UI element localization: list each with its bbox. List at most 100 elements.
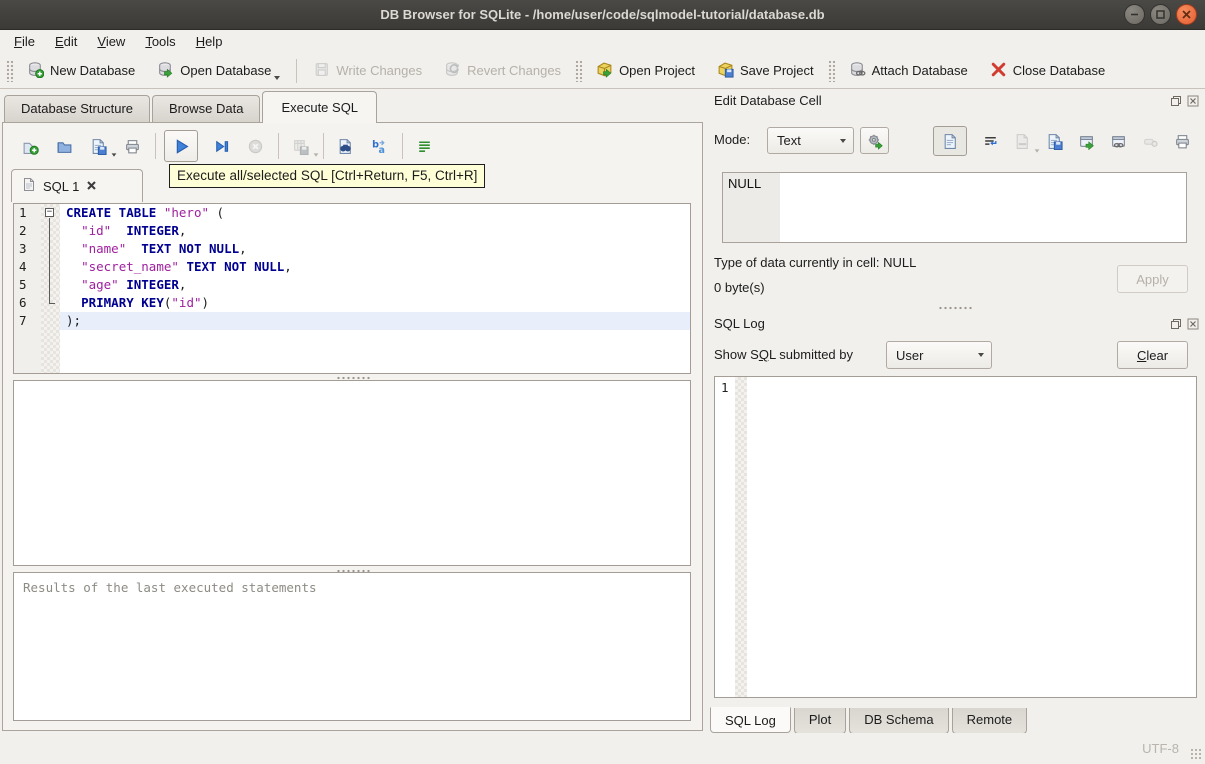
dropdown-caret-icon bbox=[111, 153, 117, 157]
code-line-5: "age" INTEGER, bbox=[81, 277, 187, 292]
wrap-lines-button[interactable] bbox=[977, 128, 1003, 154]
print-cell-button[interactable] bbox=[1169, 128, 1195, 154]
format-sql-button[interactable]: ba bbox=[366, 133, 392, 159]
sql-editor[interactable]: 1 2 3 4 5 6 7 − CREATE TABLE "hero" ( "id" INT… bbox=[13, 203, 691, 374]
gear-arrow-icon bbox=[868, 134, 883, 150]
clear-log-button[interactable]: Clear bbox=[1117, 341, 1188, 369]
code-line-4: "secret_name" TEXT NOT NULL, bbox=[81, 259, 292, 274]
line-number: 4 bbox=[19, 259, 27, 274]
execute-line-button[interactable] bbox=[208, 133, 234, 159]
revert-changes-label: Revert Changes bbox=[467, 63, 562, 78]
menu-help[interactable]: Help bbox=[186, 32, 233, 51]
line-number: 3 bbox=[19, 241, 27, 256]
execute-line-icon bbox=[215, 140, 228, 152]
results-message-panel: Results of the last executed statements bbox=[13, 572, 691, 721]
menu-view[interactable]: View bbox=[87, 32, 135, 51]
open-project-icon bbox=[597, 62, 612, 78]
toolbar-handle bbox=[575, 59, 583, 82]
resize-grip[interactable] bbox=[1190, 748, 1202, 760]
text-mode-button[interactable] bbox=[933, 126, 967, 156]
line-number-gutter: 1 2 3 4 5 6 7 bbox=[14, 204, 41, 373]
open-tab-button[interactable] bbox=[17, 133, 43, 159]
open-database-label: Open Database bbox=[180, 63, 272, 78]
menu-edit[interactable]: Edit bbox=[45, 32, 87, 51]
mode-combobox[interactable]: Text bbox=[767, 127, 854, 154]
code-line-3: "name" TEXT NOT NULL, bbox=[81, 241, 247, 256]
open-sql-file-button[interactable] bbox=[51, 133, 77, 159]
close-tab-icon[interactable] bbox=[86, 179, 97, 194]
statusbar: UTF-8 bbox=[0, 733, 1205, 764]
attach-database-button[interactable]: Attach Database bbox=[838, 57, 979, 85]
save-results-icon bbox=[293, 139, 309, 155]
apply-mode-button[interactable] bbox=[860, 127, 889, 154]
fold-collapse-icon[interactable]: − bbox=[45, 208, 54, 217]
close-database-button[interactable]: Close Database bbox=[979, 57, 1117, 85]
export-data-icon bbox=[1079, 135, 1094, 150]
results-placeholder: Results of the last executed statements bbox=[23, 580, 317, 595]
code-line-7: ); bbox=[60, 312, 690, 330]
dock-tab-plot[interactable]: Plot bbox=[793, 708, 847, 734]
dock-tab-sql-log[interactable]: SQL Log bbox=[710, 707, 791, 733]
dropdown-caret-icon bbox=[1034, 149, 1040, 153]
open-project-button[interactable]: Open Project bbox=[585, 57, 706, 85]
maximize-button[interactable] bbox=[1150, 4, 1171, 25]
toolbar-separator bbox=[296, 58, 298, 83]
tab-browse-data[interactable]: Browse Data bbox=[152, 95, 261, 122]
cell-type-info: Type of data currently in cell: NULL bbox=[714, 255, 917, 270]
code-area[interactable]: CREATE TABLE "hero" ( "id" INTEGER, "nam… bbox=[60, 204, 690, 373]
new-database-label: New Database bbox=[50, 63, 136, 78]
menu-file[interactable]: File bbox=[4, 32, 45, 51]
revert-changes-icon bbox=[446, 61, 459, 76]
new-database-button[interactable]: New Database bbox=[16, 57, 146, 85]
find-replace-button[interactable] bbox=[332, 133, 358, 159]
save-project-button[interactable]: Save Project bbox=[706, 57, 825, 85]
print-button[interactable] bbox=[119, 133, 145, 159]
set-null-button bbox=[1137, 128, 1163, 154]
attach-database-label: Attach Database bbox=[871, 63, 968, 78]
sql-document-tab[interactable]: SQL 1 bbox=[11, 169, 143, 202]
close-button[interactable] bbox=[1176, 4, 1197, 25]
revert-changes-button: Revert Changes bbox=[433, 57, 572, 85]
sql-log-view[interactable]: 1 bbox=[714, 376, 1197, 698]
float-panel-icon[interactable] bbox=[1169, 94, 1182, 107]
log-line-number: 1 bbox=[721, 380, 729, 395]
cell-editor[interactable]: NULL bbox=[722, 172, 1187, 243]
set-null-icon bbox=[1143, 138, 1158, 147]
log-filter-combobox[interactable]: User bbox=[886, 341, 992, 369]
apply-button[interactable]: Apply bbox=[1117, 265, 1188, 293]
main-tab-bar: Database Structure Browse Data Execute SQL bbox=[4, 90, 379, 123]
close-database-icon bbox=[991, 62, 1006, 76]
save-data-icon bbox=[1048, 133, 1063, 150]
line-number: 2 bbox=[19, 223, 27, 238]
cell-dock-buttons bbox=[1169, 94, 1199, 107]
cell-dock-title: Edit Database Cell bbox=[714, 93, 822, 108]
word-wrap-icon bbox=[418, 140, 430, 152]
tab-database-structure[interactable]: Database Structure bbox=[4, 95, 151, 122]
word-wrap-button[interactable] bbox=[411, 133, 437, 159]
minimize-button[interactable] bbox=[1124, 4, 1145, 25]
link-data-button[interactable] bbox=[1105, 128, 1131, 154]
dock-tab-remote[interactable]: Remote bbox=[951, 708, 1028, 734]
toolbar-handle bbox=[6, 59, 13, 82]
dropdown-caret-icon bbox=[274, 75, 281, 80]
write-changes-icon bbox=[316, 62, 329, 76]
close-panel-icon[interactable] bbox=[1186, 317, 1199, 330]
stop-icon bbox=[248, 139, 262, 153]
dropdown-caret-icon bbox=[313, 153, 319, 157]
float-panel-icon[interactable] bbox=[1169, 317, 1182, 330]
export-data-button[interactable] bbox=[1073, 128, 1099, 154]
open-database-button[interactable]: Open Database bbox=[146, 57, 291, 85]
execute-all-button[interactable] bbox=[164, 130, 198, 162]
fold-scope-line bbox=[49, 218, 55, 304]
line-number: 6 bbox=[19, 295, 27, 310]
menu-tools[interactable]: Tools bbox=[135, 32, 185, 51]
dock-splitter-handle[interactable] bbox=[938, 306, 972, 310]
close-panel-icon[interactable] bbox=[1186, 94, 1199, 107]
line-number: 7 bbox=[19, 313, 27, 328]
tab-execute-sql[interactable]: Execute SQL bbox=[262, 91, 378, 123]
save-sql-file-button[interactable] bbox=[85, 133, 117, 159]
save-data-button[interactable] bbox=[1041, 128, 1067, 154]
dock-tab-db-schema[interactable]: DB Schema bbox=[849, 708, 949, 734]
open-sql-file-icon bbox=[57, 141, 71, 153]
log-filter-value: User bbox=[896, 347, 924, 363]
